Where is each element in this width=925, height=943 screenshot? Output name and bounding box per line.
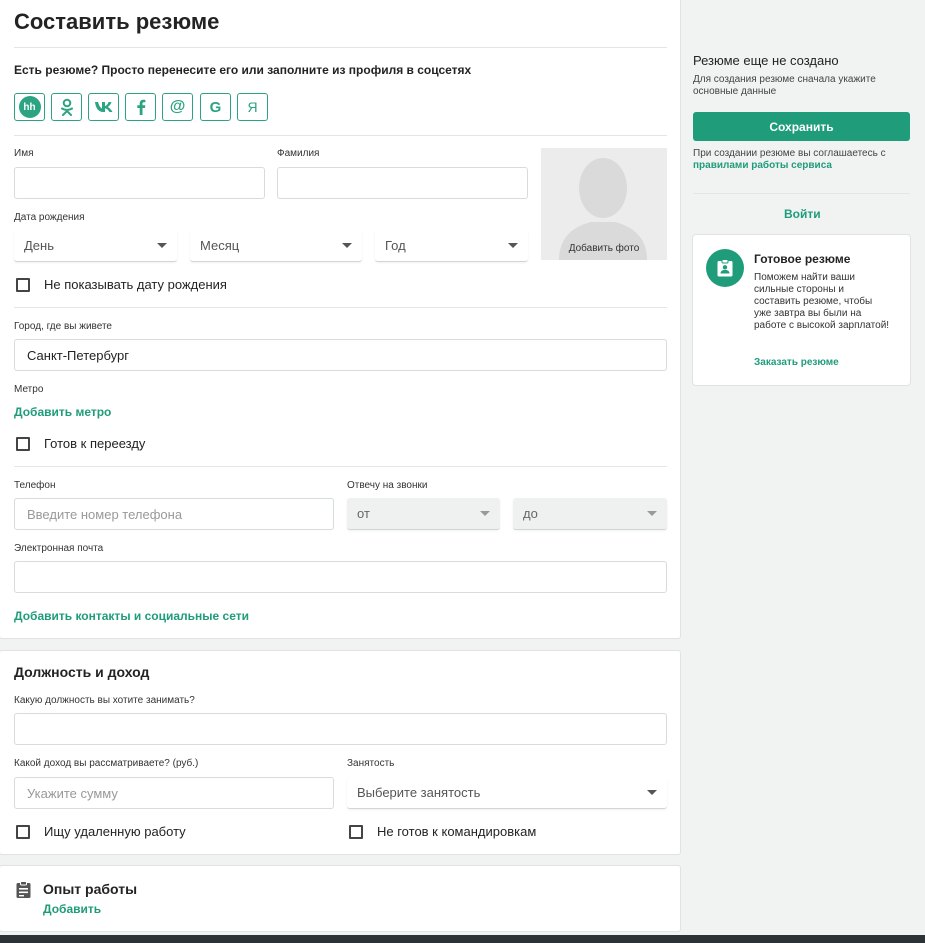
page-title: Составить резюме (14, 9, 220, 34)
hide-birth-date-label: Не показывать дату рождения (44, 277, 227, 292)
no-business-trips-label: Не готов к командировкам (377, 824, 537, 839)
resume-status-hint: Для создания резюме сначала укажите осно… (693, 74, 876, 97)
phone-label: Телефон (14, 480, 56, 491)
city-label: Город, где вы живете (14, 321, 112, 332)
employment-select[interactable]: Выберите занятость (347, 777, 667, 809)
odnoklassniki-icon (60, 98, 73, 116)
position-label: Какую должность вы хотите занимать? (14, 695, 195, 706)
employment-label: Занятость (347, 758, 395, 769)
calls-from-select[interactable]: от (347, 498, 500, 530)
email-label: Электронная почта (14, 543, 104, 554)
salary-input[interactable]: Укажите сумму (14, 777, 334, 809)
divider (14, 135, 667, 136)
add-photo-button[interactable]: Добавить фото (541, 148, 667, 260)
add-experience-link[interactable]: Добавить (43, 902, 101, 916)
agreement-text: При создании резюме вы соглашаетесь с пр… (693, 148, 903, 172)
clipboard-icon (16, 881, 31, 898)
save-button[interactable]: Сохранить (693, 112, 910, 141)
chevron-down-icon (480, 511, 490, 516)
birth-year-select[interactable]: Год (375, 230, 528, 262)
facebook-icon (136, 99, 145, 115)
birth-month-value: Месяц (200, 238, 240, 253)
add-contacts-link[interactable]: Добавить контакты и социальные сети (14, 609, 249, 623)
birth-year-value: Год (385, 238, 406, 253)
work-experience-card (0, 865, 681, 932)
email-input[interactable] (14, 561, 667, 593)
relocation-label: Готов к переезду (44, 436, 146, 451)
remote-work-label: Ищу удаленную работу (44, 824, 186, 839)
birth-day-select[interactable]: День (14, 230, 177, 262)
chevron-down-icon (342, 243, 352, 248)
login-link[interactable]: Войти (784, 207, 821, 221)
checkbox-box[interactable] (16, 824, 30, 839)
odnoklassniki-import-button[interactable] (51, 93, 82, 121)
divider (14, 307, 667, 308)
google-import-button[interactable]: G (200, 93, 231, 121)
no-business-trips-checkbox[interactable]: Не готов к командировкам (349, 824, 536, 839)
vk-import-button[interactable] (88, 93, 119, 121)
agreement-prefix: При создании резюме вы соглашаетесь с (693, 148, 886, 159)
phone-input[interactable]: Введите номер телефона (14, 498, 334, 530)
chevron-down-icon (508, 243, 518, 248)
import-text: Есть резюме? Просто перенесите его или з… (14, 63, 472, 77)
hh-import-button[interactable]: hh (14, 93, 45, 121)
first-name-label: Имя (14, 148, 34, 159)
relocation-checkbox[interactable]: Готов к переезду (16, 436, 145, 451)
last-name-label: Фамилия (277, 148, 320, 159)
chevron-down-icon (647, 511, 657, 516)
divider (14, 466, 667, 467)
promo-text: Поможем найти ваши сильные стороны и сос… (754, 272, 890, 331)
employment-value: Выберите занятость (357, 785, 481, 800)
yandex-import-button[interactable]: Я (237, 93, 268, 121)
experience-section-title: Опыт работы (43, 881, 138, 897)
calls-time-label: Отвечу на звонки (347, 480, 428, 491)
service-rules-link[interactable]: правилами работы сервиса (693, 160, 832, 171)
hh-icon: hh (18, 96, 41, 118)
calls-to-select[interactable]: до (513, 498, 667, 530)
resume-status: Резюме еще не создано (693, 53, 839, 68)
birth-date-label: Дата рождения (14, 212, 85, 223)
checkbox-box[interactable] (16, 436, 30, 451)
google-icon: G (209, 98, 222, 116)
position-input[interactable] (14, 713, 667, 745)
position-section-title: Должность и доход (14, 664, 150, 680)
first-name-input[interactable] (14, 167, 265, 199)
metro-label: Метро (14, 384, 44, 395)
vk-icon (94, 102, 112, 112)
add-photo-label: Добавить фото (568, 243, 640, 254)
id-badge-icon (717, 259, 733, 277)
birth-day-value: День (24, 238, 54, 253)
mail-ru-import-button[interactable]: @ (162, 93, 193, 121)
calls-from-value: от (357, 506, 370, 521)
calls-to-value: до (523, 506, 538, 521)
chevron-down-icon (647, 790, 657, 795)
add-metro-link[interactable]: Добавить метро (14, 405, 111, 419)
ready-resume-promo: Готовое резюме Поможем найти ваши сильны… (692, 234, 911, 386)
salary-label: Какой доход вы рассматриваете? (руб.) (14, 758, 199, 769)
order-resume-link[interactable]: Заказать резюме (754, 357, 839, 368)
checkbox-box[interactable] (16, 277, 30, 292)
promo-title: Готовое резюме (754, 252, 851, 266)
last-name-input[interactable] (277, 167, 528, 199)
yandex-icon: Я (247, 99, 258, 115)
mail-ru-icon: @ (169, 98, 186, 115)
ready-resume-icon (706, 249, 744, 287)
footer-bar (0, 935, 925, 943)
divider (693, 193, 910, 194)
divider (14, 47, 667, 48)
chevron-down-icon (157, 243, 167, 248)
facebook-import-button[interactable] (125, 93, 156, 121)
checkbox-box[interactable] (349, 824, 363, 839)
remote-work-checkbox[interactable]: Ищу удаленную работу (16, 824, 186, 839)
hide-birth-date-checkbox[interactable]: Не показывать дату рождения (16, 277, 227, 292)
city-input[interactable]: Санкт-Петербург (14, 339, 667, 371)
birth-month-select[interactable]: Месяц (190, 230, 362, 262)
